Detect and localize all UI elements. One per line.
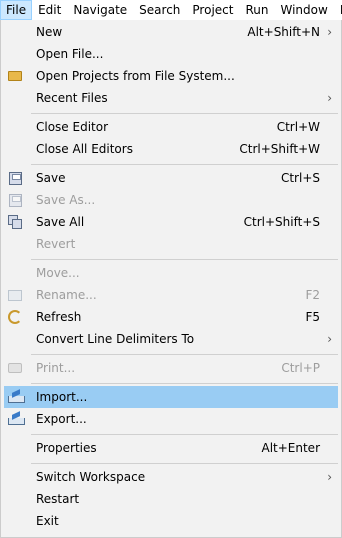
menu-separator xyxy=(31,434,338,435)
submenu-arrow-icon: › xyxy=(327,332,332,346)
menu-item-label: Revert xyxy=(36,237,76,251)
menu-item-rename[interactable]: Rename... F2 xyxy=(4,284,338,306)
save-as-icon xyxy=(7,192,23,208)
menu-item-restart[interactable]: Restart xyxy=(4,488,338,510)
menu-item-close-all-editors[interactable]: Close All Editors Ctrl+Shift+W xyxy=(4,138,338,160)
menubar-search[interactable]: Search xyxy=(133,0,186,20)
menu-separator xyxy=(31,383,338,384)
menu-item-shortcut: Ctrl+S xyxy=(280,171,320,185)
folder-icon xyxy=(7,68,23,84)
menu-item-label: Export... xyxy=(36,412,87,426)
menu-item-recent-files[interactable]: Recent Files › xyxy=(4,87,338,109)
menu-item-shortcut: F2 xyxy=(305,288,320,302)
menu-item-label: Exit xyxy=(36,514,59,528)
import-icon xyxy=(7,389,25,405)
menu-item-label: Save xyxy=(36,171,66,185)
menubar-project[interactable]: Project xyxy=(186,0,239,20)
menu-item-switch-workspace[interactable]: Switch Workspace › xyxy=(4,466,338,488)
menu-item-shortcut: Alt+Enter xyxy=(261,441,320,455)
rename-icon xyxy=(7,287,23,303)
menu-item-label: Rename... xyxy=(36,288,97,302)
menu-item-shortcut: F5 xyxy=(305,310,320,324)
menu-item-shortcut: Alt+Shift+N xyxy=(247,25,320,39)
menu-item-label: Switch Workspace xyxy=(36,470,146,484)
refresh-icon xyxy=(7,309,23,325)
menu-item-label: Import... xyxy=(36,390,88,404)
menu-item-shortcut: Ctrl+Shift+W xyxy=(239,142,320,156)
menu-item-shortcut: Ctrl+W xyxy=(276,120,320,134)
menu-item-shortcut: Ctrl+Shift+S xyxy=(243,215,320,229)
menu-item-properties[interactable]: Properties Alt+Enter xyxy=(4,437,338,459)
submenu-arrow-icon: › xyxy=(327,91,332,105)
menu-item-export[interactable]: Export... xyxy=(4,408,338,430)
save-all-icon xyxy=(7,214,23,230)
menu-item-print[interactable]: Print... Ctrl+P xyxy=(4,357,338,379)
menu-separator xyxy=(31,164,338,165)
menu-item-save-as[interactable]: Save As... xyxy=(4,189,338,211)
menu-separator xyxy=(31,463,338,464)
menu-item-open-file[interactable]: Open File... xyxy=(4,43,338,65)
menu-item-label: Move... xyxy=(36,266,80,280)
menu-item-label: Close Editor xyxy=(36,120,109,134)
menu-item-refresh[interactable]: Refresh F5 xyxy=(4,306,338,328)
menu-item-label: Open Projects from File System... xyxy=(36,69,235,83)
save-icon xyxy=(7,170,23,186)
menubar-run[interactable]: Run xyxy=(239,0,274,20)
menu-item-label: Open File... xyxy=(36,47,104,61)
menu-item-convert-line-delimiters[interactable]: Convert Line Delimiters To › xyxy=(4,328,338,350)
menubar-navigate[interactable]: Navigate xyxy=(67,0,133,20)
menubar-help[interactable]: He xyxy=(334,0,342,20)
menu-item-label: Properties xyxy=(36,441,97,455)
menu-item-label: Save All xyxy=(36,215,85,229)
menu-item-close-editor[interactable]: Close Editor Ctrl+W xyxy=(4,116,338,138)
submenu-arrow-icon: › xyxy=(327,25,332,39)
submenu-arrow-icon: › xyxy=(327,470,332,484)
menu-item-exit[interactable]: Exit xyxy=(4,510,338,532)
menu-separator xyxy=(31,354,338,355)
menu-item-label: New xyxy=(36,25,63,39)
menu-item-save-all[interactable]: Save All Ctrl+Shift+S xyxy=(4,211,338,233)
menu-item-label: Convert Line Delimiters To xyxy=(36,332,195,346)
file-menu-dropdown: New Alt+Shift+N › Open File... Open Proj… xyxy=(0,20,342,538)
menu-item-revert[interactable]: Revert xyxy=(4,233,338,255)
menu-item-label: Refresh xyxy=(36,310,82,324)
menu-item-move[interactable]: Move... xyxy=(4,262,338,284)
menu-bar: File Edit Navigate Search Project Run Wi… xyxy=(0,0,342,20)
menu-item-label: Save As... xyxy=(36,193,96,207)
menu-item-label: Restart xyxy=(36,492,80,506)
menu-item-label: Close All Editors xyxy=(36,142,133,156)
menu-separator xyxy=(31,259,338,260)
menubar-edit[interactable]: Edit xyxy=(32,0,67,20)
menu-item-save[interactable]: Save Ctrl+S xyxy=(4,167,338,189)
menu-separator xyxy=(31,113,338,114)
menu-item-label: Recent Files xyxy=(36,91,108,105)
menu-item-label: Print... xyxy=(36,361,76,375)
menubar-window[interactable]: Window xyxy=(274,0,333,20)
print-icon xyxy=(7,360,23,376)
menubar-file[interactable]: File xyxy=(0,0,33,20)
menu-item-shortcut: Ctrl+P xyxy=(281,361,320,375)
menu-item-import[interactable]: Import... xyxy=(4,386,338,408)
export-icon xyxy=(7,411,25,427)
menu-item-new[interactable]: New Alt+Shift+N › xyxy=(4,21,338,43)
menu-item-open-projects[interactable]: Open Projects from File System... xyxy=(4,65,338,87)
